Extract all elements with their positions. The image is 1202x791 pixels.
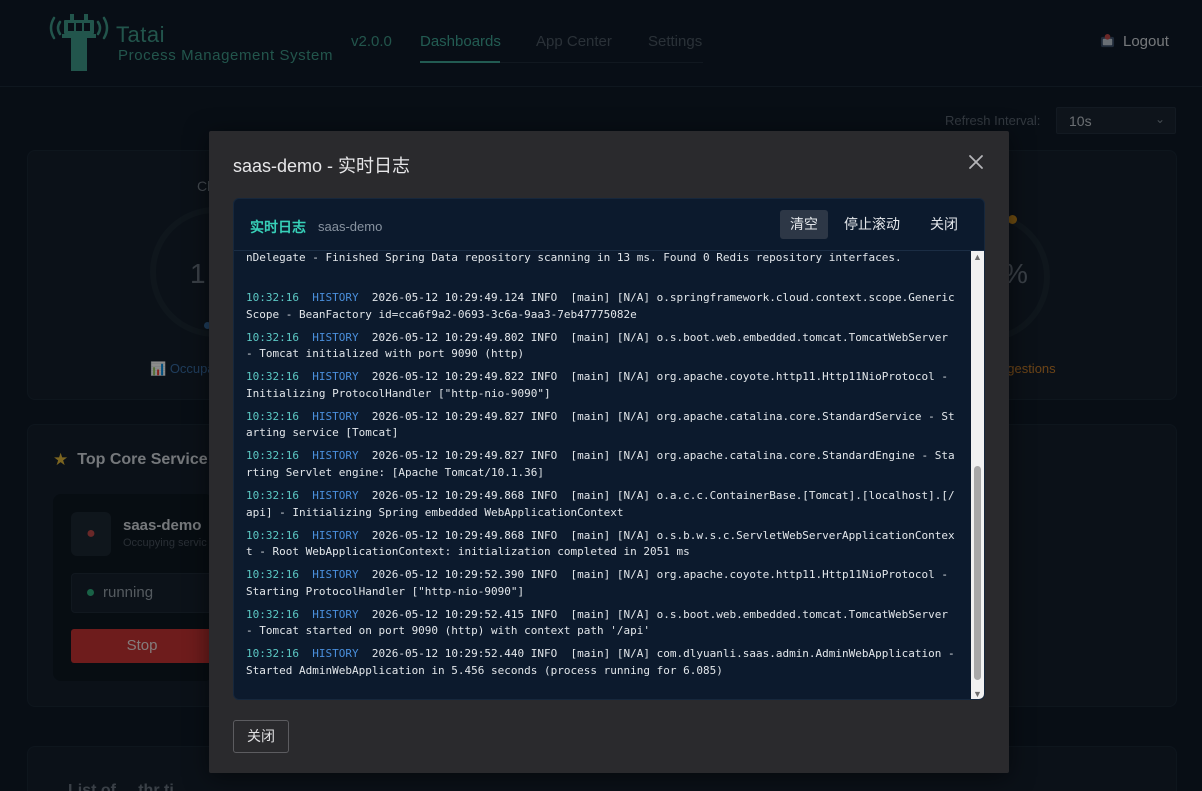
log-timestamp: 10:32:16 bbox=[246, 607, 299, 621]
modal-close-button[interactable]: 关闭 bbox=[233, 720, 289, 753]
log-source-tag: HISTORY bbox=[312, 647, 359, 661]
log-body[interactable]: nDelegate - Finished Spring Data reposit… bbox=[234, 251, 971, 699]
log-modal: saas-demo - 实时日志 实时日志 saas-demo 清空 停止滚动 … bbox=[209, 131, 1009, 773]
log-line: 10:32:16 HISTORY 2026-05-12 10:29:49.822… bbox=[246, 369, 958, 402]
log-panel-header: 实时日志 saas-demo 清空 停止滚动 关闭 bbox=[234, 199, 984, 251]
log-source-tag: HISTORY bbox=[312, 489, 359, 502]
modal-title: saas-demo - 实时日志 bbox=[233, 156, 411, 176]
clear-log-button[interactable]: 清空 bbox=[780, 210, 828, 239]
log-line: 10:32:16 HISTORY 2026-05-12 10:29:49.827… bbox=[246, 448, 958, 481]
log-line: 10:32:16 HISTORY 2026-05-12 10:29:49.868… bbox=[246, 488, 958, 521]
log-timestamp: 10:32:16 bbox=[246, 568, 299, 582]
log-panel: 实时日志 saas-demo 清空 停止滚动 关闭 nDelegate - Fi… bbox=[233, 198, 985, 700]
log-source-tag: HISTORY bbox=[312, 568, 359, 582]
log-scrollbar[interactable]: ▲ ▼ bbox=[971, 251, 984, 699]
log-source-tag: HISTORY bbox=[312, 449, 359, 463]
log-panel-title: 实时日志 bbox=[250, 219, 306, 235]
log-line: 10:32:16 HISTORY 2026-05-12 10:29:49.868… bbox=[246, 528, 958, 561]
log-timestamp: 10:32:16 bbox=[246, 449, 299, 463]
log-line: 10:32:16 HISTORY 2026-05-12 10:29:49.802… bbox=[246, 330, 958, 363]
log-line: 10:32:16 HISTORY 2026-05-12 10:29:52.415… bbox=[246, 607, 958, 640]
log-timestamp: 10:32:16 bbox=[246, 647, 299, 661]
close-icon[interactable] bbox=[965, 151, 987, 173]
log-panel-app: saas-demo bbox=[318, 219, 383, 234]
log-source-tag: HISTORY bbox=[312, 528, 359, 542]
scroll-down-icon[interactable]: ▼ bbox=[971, 688, 984, 699]
scroll-up-icon[interactable]: ▲ bbox=[971, 251, 984, 264]
scroll-thumb[interactable] bbox=[974, 466, 981, 680]
log-line: 10:32:16 HISTORY 2026-05-12 10:29:49.124… bbox=[246, 290, 958, 323]
log-line: 10:32:16 HISTORY 2026-05-12 10:29:52.440… bbox=[246, 646, 958, 679]
log-source-tag: HISTORY bbox=[312, 291, 359, 304]
log-timestamp: 10:32:16 bbox=[246, 489, 299, 502]
log-line: nDelegate - Finished Spring Data reposit… bbox=[246, 251, 902, 264]
log-line: 10:32:16 HISTORY 2026-05-12 10:29:49.827… bbox=[246, 409, 958, 442]
log-timestamp: 10:32:16 bbox=[246, 528, 299, 542]
log-source-tag: HISTORY bbox=[312, 409, 359, 423]
log-timestamp: 10:32:16 bbox=[246, 370, 299, 384]
close-log-button[interactable]: 关闭 bbox=[918, 210, 970, 239]
log-source-tag: HISTORY bbox=[312, 370, 359, 384]
log-line: 10:32:16 HISTORY 2026-05-12 10:29:52.390… bbox=[246, 567, 958, 600]
log-source-tag: HISTORY bbox=[312, 330, 359, 344]
log-timestamp: 10:32:16 bbox=[246, 409, 299, 423]
log-timestamp: 10:32:16 bbox=[246, 291, 299, 304]
stop-scroll-button[interactable]: 停止滚动 bbox=[838, 210, 906, 239]
log-source-tag: HISTORY bbox=[312, 607, 359, 621]
log-timestamp: 10:32:16 bbox=[246, 330, 299, 344]
